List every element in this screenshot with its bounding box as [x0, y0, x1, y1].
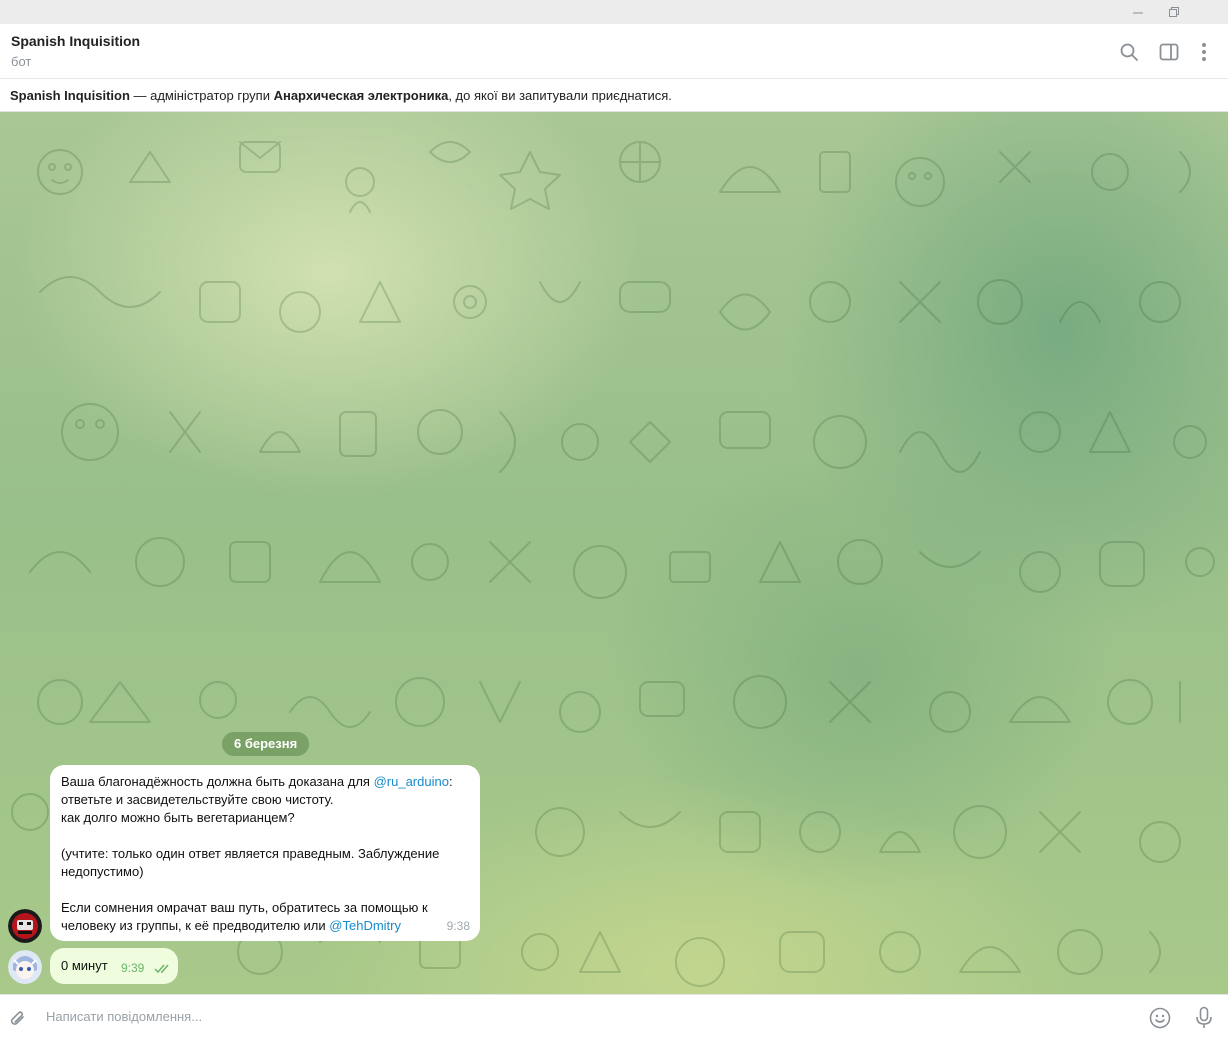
user-avatar[interactable]	[8, 950, 42, 984]
emoji-icon[interactable]	[1147, 1005, 1173, 1031]
message-line: (учтите: только один ответ является прав…	[61, 846, 440, 861]
message-time: 9:39	[121, 961, 145, 975]
banner-group-name: Анархическая электроника	[273, 88, 449, 103]
message-text: человеку из группы, к её предводителю ил…	[61, 918, 330, 933]
message-text: 0 минут	[61, 958, 108, 973]
message-text: :	[448, 774, 453, 789]
message-composer: Написати повідомлення...	[0, 994, 1228, 1040]
mention-link-ru-arduino[interactable]: @ru_arduino	[374, 774, 449, 789]
attach-icon[interactable]	[6, 1007, 30, 1031]
message-line: Если сомнения омрачат ваш путь, обратите…	[61, 900, 428, 915]
more-vertical-icon[interactable]	[1190, 38, 1218, 66]
message-line: человеку из группы, к её предводителю ил…	[61, 917, 469, 935]
window-titlebar	[0, 0, 1228, 24]
microphone-icon[interactable]	[1191, 1005, 1217, 1031]
incoming-message[interactable]: Ваша благонадёжность должна быть доказан…	[50, 765, 480, 941]
message-time: 9:38	[446, 919, 470, 933]
chat-subtitle: бот	[11, 54, 32, 69]
message-input[interactable]: Написати повідомлення...	[46, 1009, 202, 1024]
double-check-icon	[154, 961, 172, 979]
join-request-banner: Spanish Inquisition — адміністратор груп…	[0, 79, 1228, 112]
chat-area[interactable]: 6 березня Ваша благонадёжность должна бы…	[0, 112, 1228, 994]
mention-link-tehdmitry[interactable]: @TehDmitry	[329, 918, 401, 933]
minimize-icon[interactable]	[1120, 0, 1156, 24]
bot-avatar[interactable]	[8, 909, 42, 943]
date-separator: 6 березня	[222, 732, 310, 756]
message-line: недопустимо)	[61, 864, 144, 879]
sidebar-toggle-icon[interactable]	[1155, 38, 1183, 66]
message-line: ответьте и засвидетельствуйте свою чисто…	[61, 792, 334, 807]
banner-text-1: — адміністратор групи	[129, 88, 274, 103]
chat-title[interactable]: Spanish Inquisition	[11, 33, 140, 49]
message-line: как долго можно быть вегетарианцем?	[61, 810, 295, 825]
outgoing-message[interactable]: 0 минут 9:39	[50, 948, 178, 984]
search-icon[interactable]	[1115, 38, 1143, 66]
banner-bot-name: Spanish Inquisition	[10, 88, 130, 103]
chat-header: Spanish Inquisition бот	[0, 24, 1228, 79]
restore-icon[interactable]	[1156, 0, 1192, 24]
message-line: Ваша благонадёжность должна быть доказан…	[61, 773, 469, 791]
banner-text-2: , до якої ви запитували приєднатися.	[448, 88, 672, 103]
message-text: Ваша благонадёжность должна быть доказан…	[61, 774, 374, 789]
